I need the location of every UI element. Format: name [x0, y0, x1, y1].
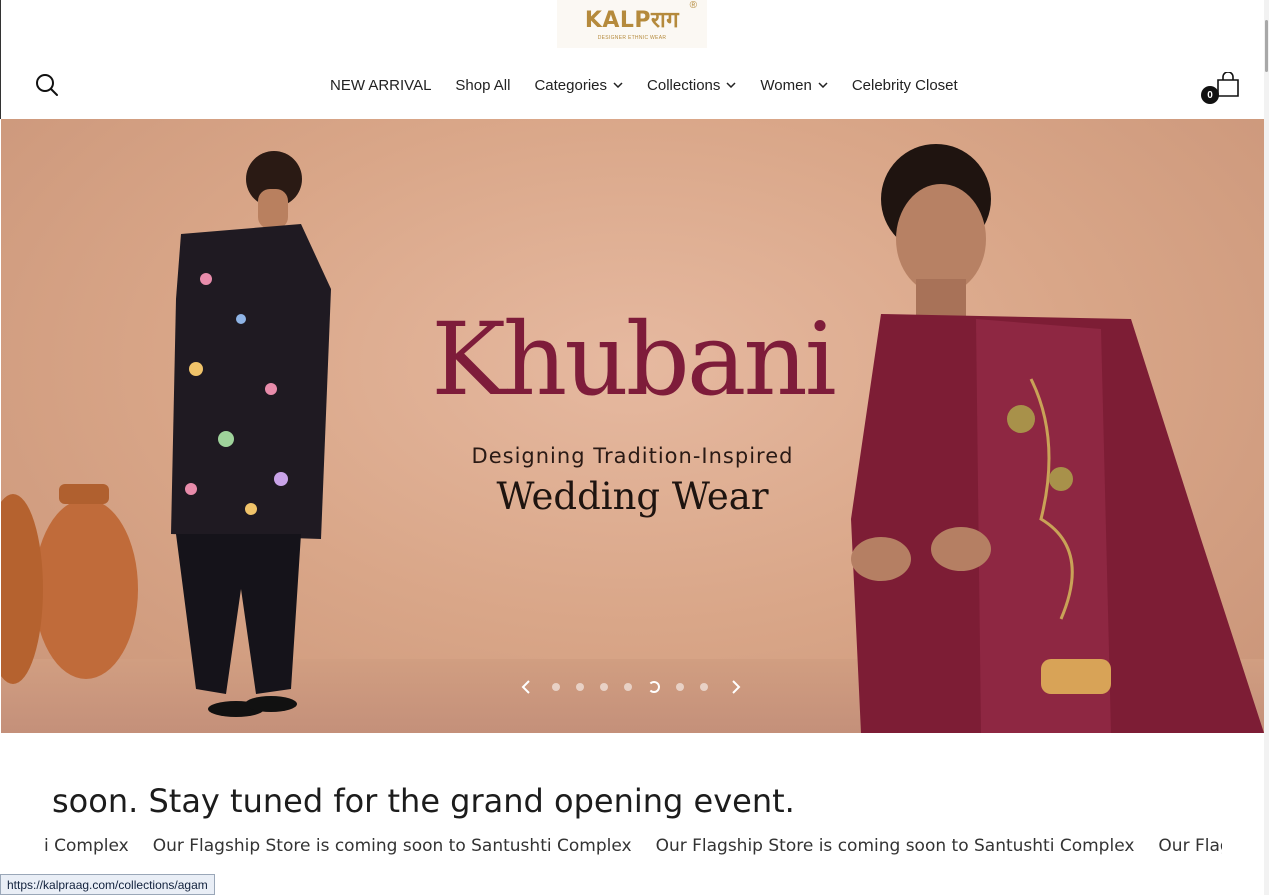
chevron-left-icon — [521, 680, 530, 694]
slide-indicators — [552, 681, 708, 693]
search-icon[interactable] — [35, 73, 59, 97]
main-nav: NEW ARRIVAL Shop All Categories Collecti… — [330, 74, 982, 96]
marquee-item: i Complex — [44, 836, 129, 856]
slide-dot-5[interactable] — [648, 681, 660, 693]
hero-subtitle: Designing Tradition-Inspired — [471, 444, 794, 468]
slide-dot-1[interactable] — [552, 683, 560, 691]
marquee-item: Our Flagship Store is com — [1158, 836, 1222, 856]
slideshow-controls — [516, 674, 756, 700]
logo-registered-mark: ® — [689, 0, 697, 11]
marquee-item: Our Flagship Store is coming soon to San… — [152, 836, 632, 856]
logo-tagline: DESIGNER ETHNIC WEAR — [597, 35, 667, 41]
nav-celebrity-closet[interactable]: Celebrity Closet — [852, 77, 958, 94]
chevron-right-icon — [732, 680, 741, 694]
nav-shop-all[interactable]: Shop All — [455, 77, 510, 94]
brand-logo[interactable]: KALPराग ® DESIGNER ETHNIC WEAR — [557, 0, 707, 48]
page-scrollbar[interactable] — [1264, 0, 1269, 895]
cart-count-badge: 0 — [1201, 86, 1219, 104]
cart-button[interactable]: 0 — [1201, 72, 1241, 106]
logo-text: KALPराग — [584, 8, 680, 33]
chevron-down-icon — [818, 80, 828, 90]
slide-dot-3[interactable] — [600, 683, 608, 691]
hero-illustration — [1, 144, 1264, 733]
hero-tagline: Wedding Wear — [496, 475, 769, 518]
chevron-down-icon — [613, 80, 623, 90]
slide-dot-7[interactable] — [700, 683, 708, 691]
site-header: KALPराग ® DESIGNER ETHNIC WEAR NEW ARRIV… — [0, 0, 1264, 119]
hero-banner[interactable]: Khubani Designing Tradition-Inspired Wed… — [1, 119, 1264, 733]
announcement-headline: soon. Stay tuned for the grand opening e… — [52, 782, 795, 820]
scrollbar-thumb[interactable] — [1265, 20, 1268, 72]
link-hover-status: https://kalpraag.com/collections/agam — [0, 874, 215, 895]
slide-dot-4[interactable] — [624, 683, 632, 691]
hero-title: Khubani — [431, 301, 837, 418]
slide-dot-6[interactable] — [676, 683, 684, 691]
marquee-item: Our Flagship Store is coming soon to San… — [655, 836, 1135, 856]
nav-women[interactable]: Women — [760, 77, 828, 94]
chevron-down-icon — [726, 80, 736, 90]
slide-dot-2[interactable] — [576, 683, 584, 691]
announcement-marquee: i Complex Our Flagship Store is coming s… — [0, 836, 1222, 862]
nav-new-arrival[interactable]: NEW ARRIVAL — [330, 77, 431, 94]
previous-slide-button[interactable] — [516, 677, 536, 697]
next-slide-button[interactable] — [726, 677, 746, 697]
shopping-bag-icon — [1217, 72, 1239, 97]
nav-categories[interactable]: Categories — [534, 77, 623, 94]
nav-collections[interactable]: Collections — [647, 77, 736, 94]
